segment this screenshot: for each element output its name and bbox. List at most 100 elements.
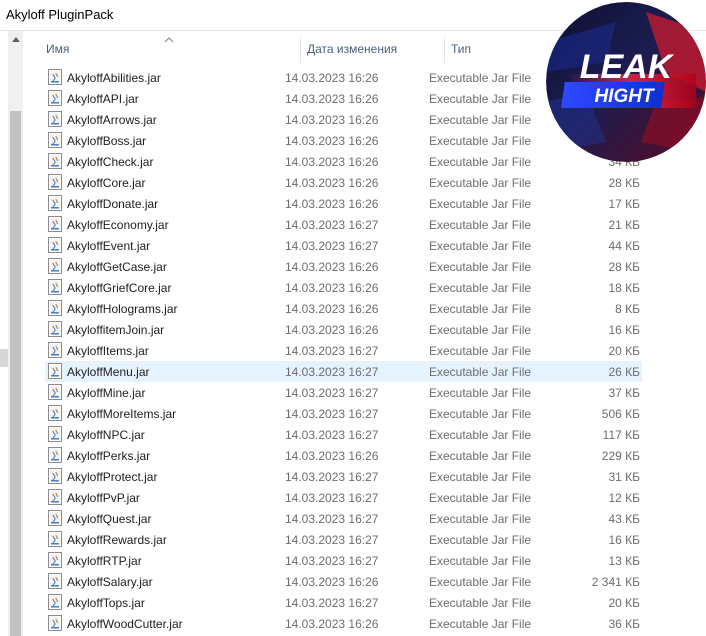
file-row[interactable]: AkyloffSalary.jar 14.03.2023 16:26 Executa… [45, 571, 642, 592]
file-size: 16 КБ [608, 323, 640, 337]
logo-hight-text: HIGHT [594, 86, 655, 107]
file-name: AkyloffNPC.jar [67, 428, 145, 442]
file-type: Executable Jar File [429, 218, 532, 232]
scrollbar-thumb[interactable] [10, 111, 21, 636]
file-name: AkyloffEconomy.jar [67, 218, 169, 232]
file-type: Executable Jar File [429, 470, 532, 484]
file-type: Executable Jar File [429, 323, 532, 337]
logo-leak-text: LEAK [580, 48, 675, 86]
file-row[interactable]: AkyloffPerks.jar 14.03.2023 16:26 Executab… [45, 445, 642, 466]
file-row[interactable]: AkyloffRewards.jar 14.03.2023 16:27 Execut… [45, 529, 642, 550]
file-row[interactable]: AkyloffNPC.jar 14.03.2023 16:27 Executable… [45, 424, 642, 445]
file-date: 14.03.2023 16:27 [285, 407, 379, 421]
file-type: Executable Jar File [429, 533, 532, 547]
file-row[interactable]: AkyloffMenu.jar 14.03.2023 16:27 Executabl… [45, 361, 642, 382]
file-date: 14.03.2023 16:26 [285, 281, 379, 295]
column-header-type-label: Тип [451, 42, 472, 56]
file-size: 12 КБ [608, 491, 640, 505]
file-type: Executable Jar File [429, 617, 532, 631]
file-name: AkyloffCore.jar [67, 176, 146, 190]
file-date: 14.03.2023 16:26 [285, 113, 379, 127]
column-header-name-label: Имя [46, 42, 70, 56]
file-name: AkyloffTops.jar [67, 596, 145, 610]
vertical-scrollbar[interactable] [8, 31, 23, 636]
jar-file-icon [48, 174, 62, 190]
jar-file-icon [48, 195, 62, 211]
file-name: AkyloffAbilities.jar [67, 71, 161, 85]
file-name: AkyloffEvent.jar [67, 239, 151, 253]
file-row[interactable]: AkyloffPvP.jar 14.03.2023 16:27 Executable… [45, 487, 642, 508]
jar-file-icon [48, 531, 62, 547]
file-row[interactable]: AkyloffEconomy.jar 14.03.2023 16:27 Execut… [45, 214, 642, 235]
scroll-up-arrow-icon[interactable] [8, 31, 23, 48]
jar-file-icon [48, 447, 62, 463]
file-size: 18 КБ [608, 281, 640, 295]
jar-file-icon [48, 594, 62, 610]
column-divider[interactable] [444, 37, 445, 63]
file-name: AkyloffAPI.jar [67, 92, 139, 106]
jar-file-icon [48, 510, 62, 526]
file-size: 43 КБ [608, 512, 640, 526]
column-header-date-label: Дата изменения [307, 42, 398, 56]
jar-file-icon [48, 468, 62, 484]
file-size: 117 КБ [602, 428, 640, 442]
jar-file-icon [48, 69, 62, 85]
file-name: AkyloffMine.jar [67, 386, 146, 400]
file-row[interactable]: AkyloffMine.jar 14.03.2023 16:27 Executabl… [45, 382, 642, 403]
file-name: AkyloffPerks.jar [67, 449, 151, 463]
file-name: AkyloffMenu.jar [67, 365, 150, 379]
file-row[interactable]: AkyloffDonate.jar 14.03.2023 16:26 Executa… [45, 193, 642, 214]
file-date: 14.03.2023 16:26 [285, 197, 379, 211]
file-type: Executable Jar File [429, 512, 532, 526]
file-row[interactable]: AkyloffGriefCore.jar 14.03.2023 16:26 Exec… [45, 277, 642, 298]
jar-file-icon [48, 342, 62, 358]
file-row[interactable]: AkyloffWoodCutter.jar 14.03.2023 16:26 Exe… [45, 613, 642, 634]
file-row[interactable]: AkyloffQuest.jar 14.03.2023 16:27 Executab… [45, 508, 642, 529]
file-size: 506 КБ [601, 407, 640, 421]
file-row[interactable]: AkyloffTops.jar 14.03.2023 16:27 Executabl… [45, 592, 642, 613]
file-name: AkyloffDonate.jar [67, 197, 159, 211]
file-row[interactable]: AkyloffProtect.jar 14.03.2023 16:27 Execut… [45, 466, 642, 487]
file-row[interactable]: AkyloffHolograms.jar 14.03.2023 16:26 Exec… [45, 298, 642, 319]
file-size: 21 КБ [608, 218, 640, 232]
column-header-name[interactable]: Имя [46, 31, 300, 67]
file-row[interactable]: AkyloffGetCase.jar 14.03.2023 16:26 Execut… [45, 256, 642, 277]
file-name: AkyloffMoreItems.jar [67, 407, 177, 421]
file-name: AkyloffArrows.jar [67, 113, 157, 127]
file-type: Executable Jar File [429, 281, 532, 295]
file-row[interactable]: AkyloffCore.jar 14.03.2023 16:26 Executabl… [45, 172, 642, 193]
file-size: 2 341 КБ [591, 575, 640, 589]
file-type: Executable Jar File [429, 260, 532, 274]
jar-file-icon [48, 132, 62, 148]
jar-file-icon [48, 405, 62, 421]
file-row[interactable]: AkyloffEvent.jar 14.03.2023 16:27 Executab… [45, 235, 642, 256]
leak-hight-logo-graphic: LEAK HIGHT [546, 2, 706, 162]
file-row[interactable]: AkyloffRTP.jar 14.03.2023 16:27 Executable… [45, 550, 642, 571]
file-name: AkyloffSalary.jar [67, 575, 153, 589]
column-header-date[interactable]: Дата изменения [307, 31, 445, 67]
leak-hight-logo: LEAK HIGHT [546, 2, 706, 162]
file-row[interactable]: AkyloffitemJoin.jar 14.03.2023 16:26 Execu… [45, 319, 642, 340]
file-type: Executable Jar File [429, 113, 532, 127]
file-date: 14.03.2023 16:26 [285, 449, 379, 463]
file-date: 14.03.2023 16:26 [285, 92, 379, 106]
file-row[interactable]: AkyloffBoss.jar 14.03.2023 16:26 Executabl… [45, 130, 642, 151]
file-row[interactable]: AkyloffItems.jar 14.03.2023 16:27 Executab… [45, 340, 642, 361]
jar-file-icon [48, 552, 62, 568]
column-divider[interactable] [300, 37, 301, 63]
file-name: AkyloffQuest.jar [67, 512, 152, 526]
file-row[interactable]: AkyloffMoreItems.jar 14.03.2023 16:27 Exec… [45, 403, 642, 424]
jar-file-icon [48, 216, 62, 232]
file-date: 14.03.2023 16:26 [285, 176, 379, 190]
file-date: 14.03.2023 16:27 [285, 512, 379, 526]
jar-file-icon [48, 426, 62, 442]
file-date: 14.03.2023 16:27 [285, 554, 379, 568]
jar-file-icon [48, 363, 62, 379]
file-date: 14.03.2023 16:27 [285, 428, 379, 442]
file-date: 14.03.2023 16:26 [285, 134, 379, 148]
file-name: AkyloffitemJoin.jar [67, 323, 165, 337]
file-size: 28 КБ [608, 176, 640, 190]
jar-file-icon [48, 258, 62, 274]
file-name: AkyloffRewards.jar [67, 533, 167, 547]
file-row[interactable]: AkyloffCheck.jar 14.03.2023 16:26 Executab… [45, 151, 642, 172]
